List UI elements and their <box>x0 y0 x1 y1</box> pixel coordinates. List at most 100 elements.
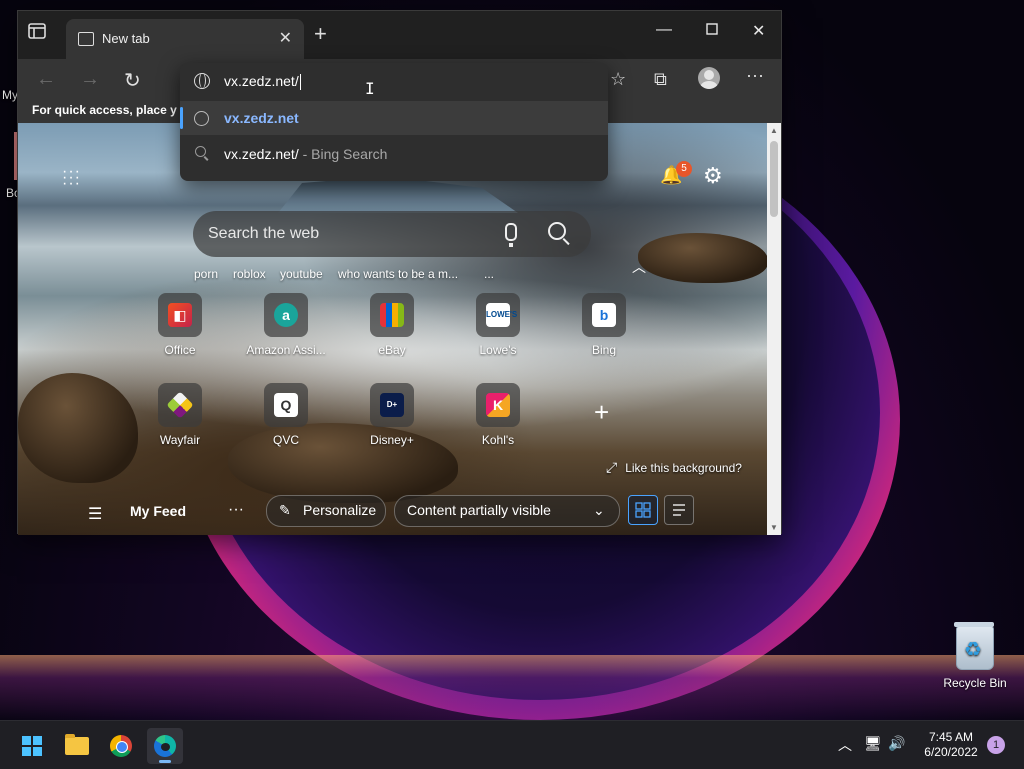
network-icon[interactable]: 🖥 <box>864 735 882 752</box>
feed-more-icon[interactable]: ··· <box>228 501 244 519</box>
scroll-up-arrow-icon[interactable]: ▲ <box>770 126 778 135</box>
quick-link-label: QVC <box>272 433 299 447</box>
mouse-ibeam-cursor-icon: I <box>365 79 375 98</box>
quick-link-wayfair[interactable]: Wayfair <box>135 383 225 447</box>
personalize-button[interactable]: ✎ Personalize <box>266 495 386 527</box>
lowes-icon: LOWE'S <box>476 293 520 337</box>
voice-search-mic-icon[interactable] <box>505 223 517 247</box>
quick-link-label: Wayfair <box>159 433 201 447</box>
start-button[interactable] <box>14 728 50 764</box>
web-search-box[interactable]: Search the web <box>193 211 591 257</box>
quick-link-label: Office <box>164 343 196 357</box>
personalize-label: Personalize <box>303 502 377 518</box>
collections-icon[interactable]: ⧉ <box>654 69 667 90</box>
favorites-icon[interactable]: ☆ <box>610 69 626 90</box>
new-tab-page: ··· ··· ··· 🔔 5 ⚙ Search the web porn robl… <box>18 123 767 535</box>
recycle-bin-icon: ♻ <box>954 622 994 670</box>
grid-view-button[interactable] <box>628 495 658 525</box>
tab-actions-button[interactable] <box>28 23 56 49</box>
file-explorer-button[interactable] <box>59 728 95 764</box>
edge-button[interactable] <box>147 728 183 764</box>
close-tab-icon[interactable]: ✕ <box>279 28 292 48</box>
quick-link-ebay[interactable]: eBay <box>347 293 437 357</box>
quick-link-label: Kohl's <box>481 433 515 447</box>
trending-search-link[interactable]: youtube <box>280 267 323 281</box>
add-quick-link-button[interactable]: + <box>594 397 609 428</box>
wayfair-icon <box>158 383 202 427</box>
like-background-link[interactable]: ⤢ Like this background? <box>606 459 742 476</box>
recycle-bin-label: Recycle Bin <box>943 676 1007 690</box>
feed-bar: ☰ My Feed ··· ✎ Personalize Content part… <box>18 493 767 535</box>
globe-icon <box>194 73 210 89</box>
like-background-text: Like this background? <box>625 461 742 475</box>
favorites-bar-hint: For quick access, place y <box>32 103 177 117</box>
content-visibility-label: Content partially visible <box>407 502 551 518</box>
quick-link-amazon-assistant[interactable]: a Amazon Assi... <box>241 293 331 357</box>
quick-link-label: eBay <box>378 343 406 357</box>
new-tab-button[interactable]: + <box>314 23 327 45</box>
qvc-icon: Q <box>264 383 308 427</box>
search-placeholder: Search the web <box>208 225 320 242</box>
quick-link-label: Lowe's <box>479 343 517 357</box>
content-visibility-dropdown[interactable]: Content partially visible ⌄ <box>394 495 620 527</box>
quick-link-lowes[interactable]: LOWE'S Lowe's <box>453 293 543 357</box>
desktop-icon-label-fragment[interactable]: My <box>2 88 18 102</box>
disney-icon: D+ <box>370 383 414 427</box>
tab-actions-icon <box>28 23 46 39</box>
trending-more-link[interactable]: ... <box>484 267 494 281</box>
volume-icon[interactable]: 🔊 <box>888 735 905 752</box>
scroll-down-arrow-icon[interactable]: ▼ <box>770 523 778 532</box>
chrome-button[interactable] <box>103 728 139 764</box>
pencil-icon: ✎ <box>279 502 291 518</box>
trending-search-link[interactable]: porn <box>194 267 218 281</box>
edge-icon <box>154 735 176 757</box>
feed-menu-hamburger-icon[interactable]: ☰ <box>88 504 102 524</box>
app-launcher-icon[interactable]: ··· ··· ··· <box>62 164 81 192</box>
address-bar-dropdown: vx.zedz.net/ vx.zedz.net vx.zedz.net/ - … <box>180 63 608 181</box>
expand-arrow-icon: ⤢ <box>606 459 618 475</box>
suggestion-item[interactable]: vx.zedz.net/ - Bing Search <box>180 137 608 171</box>
tab-bar: New tab ✕ + — ✕ <box>18 11 781 59</box>
tab-new-tab[interactable]: New tab ✕ <box>66 19 304 59</box>
scrollbar-thumb[interactable] <box>770 141 778 217</box>
clock-time: 7:45 AM <box>928 730 974 744</box>
quick-link-label: Amazon Assi... <box>246 343 326 357</box>
quick-link-bing[interactable]: b Bing <box>559 293 649 357</box>
office-icon: ◧ <box>158 293 202 337</box>
ebay-icon <box>370 293 414 337</box>
chrome-icon <box>110 735 132 757</box>
refresh-button[interactable]: ↻ <box>124 68 141 93</box>
system-clock[interactable]: 7:45 AM 6/20/2022 <box>916 730 986 760</box>
amazon-icon: a <box>264 293 308 337</box>
maximize-button[interactable] <box>706 22 718 40</box>
quick-link-kohls[interactable]: K Kohl's <box>453 383 543 447</box>
page-settings-gear-icon[interactable]: ⚙ <box>703 163 723 189</box>
recycle-bin[interactable]: ♻ Recycle Bin <box>938 622 1012 690</box>
notifications-badge: 5 <box>676 161 692 177</box>
close-window-button[interactable]: ✕ <box>752 21 765 41</box>
wallpaper-horizon-glow <box>0 655 1024 720</box>
edge-browser-window[interactable]: New tab ✕ + — ✕ ← → ↻ ☆ ⧉ ··· For quick … <box>17 10 782 535</box>
quick-link-qvc[interactable]: Q QVC <box>241 383 331 447</box>
address-bar-input[interactable]: vx.zedz.net/ <box>224 73 299 89</box>
suggestion-item[interactable]: vx.zedz.net <box>180 101 608 135</box>
search-icon[interactable] <box>548 222 566 240</box>
back-button[interactable]: ← <box>36 68 56 91</box>
profile-avatar[interactable] <box>698 67 720 89</box>
show-hidden-icons-chevron-icon[interactable]: ︿ <box>838 735 852 755</box>
collapse-chevron-up-icon[interactable]: ︿ <box>632 257 646 277</box>
minimize-button[interactable]: — <box>656 21 672 39</box>
quick-link-office[interactable]: ◧ Office <box>135 293 225 357</box>
background-rock <box>638 233 767 283</box>
trending-search-link[interactable]: who wants to be a m... <box>338 267 458 281</box>
trending-search-link[interactable]: roblox <box>233 267 266 281</box>
forward-button[interactable]: → <box>80 68 100 91</box>
page-scrollbar[interactable]: ▲ ▼ <box>767 123 781 535</box>
list-view-button[interactable] <box>664 495 694 525</box>
address-bar[interactable]: vx.zedz.net/ <box>180 63 608 99</box>
quick-link-disney-plus[interactable]: D+ Disney+ <box>347 383 437 447</box>
settings-more-icon[interactable]: ··· <box>746 65 764 86</box>
my-feed-tab[interactable]: My Feed <box>130 503 186 519</box>
notification-center-badge[interactable]: 1 <box>987 736 1005 754</box>
quick-link-label: Disney+ <box>370 433 414 447</box>
